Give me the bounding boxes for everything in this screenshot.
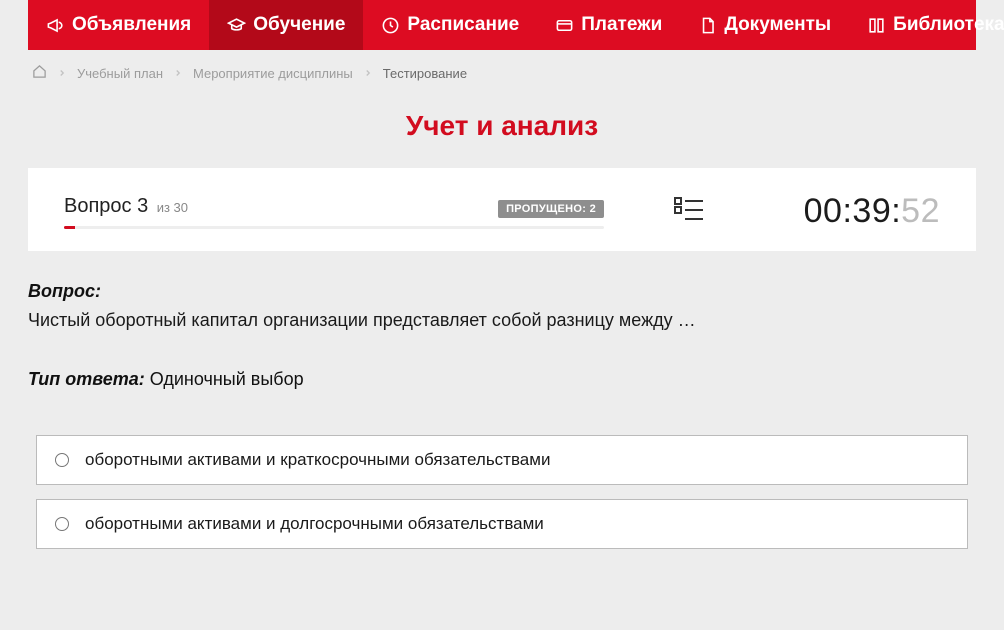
answer-text: оборотными активами и краткосрочными обя… — [85, 450, 550, 470]
answer-option[interactable]: оборотными активами и краткосрочными обя… — [36, 435, 968, 485]
answer-radio[interactable] — [55, 517, 69, 531]
question-text: Чистый оборотный капитал организации пре… — [28, 308, 976, 333]
card-icon — [555, 16, 574, 35]
question-progress: Вопрос 3 из 30 ПРОПУЩЕНО: 2 — [64, 195, 604, 229]
skipped-count: 2 — [590, 203, 596, 215]
of-prefix: из — [157, 200, 170, 215]
breadcrumb-current: Тестирование — [383, 66, 467, 81]
chevron-right-icon — [363, 68, 373, 78]
answer-type-value: Одиночный выбор — [150, 369, 304, 389]
chevron-right-icon — [57, 68, 67, 78]
breadcrumb: Учебный план Мероприятие дисциплины Тест… — [28, 50, 976, 92]
nav-label: Платежи — [581, 14, 662, 36]
nav-label: Обучение — [253, 14, 345, 36]
question-label-prefix: Вопрос — [64, 195, 132, 217]
nav-education[interactable]: Обучение — [209, 0, 363, 50]
question-area: Вопрос: Чистый оборотный капитал организ… — [28, 251, 976, 573]
skipped-label: ПРОПУЩЕНО: — [506, 203, 586, 215]
question-counter: Вопрос 3 из 30 — [64, 195, 188, 218]
books-icon — [867, 16, 886, 35]
megaphone-icon — [46, 16, 65, 35]
timer: 00:39:52 — [774, 192, 940, 231]
answers-list: оборотными активами и краткосрочными обя… — [28, 435, 976, 549]
question-caption: Вопрос: — [28, 281, 976, 302]
nav-label: Библиотека — [893, 14, 1004, 36]
answer-radio[interactable] — [55, 453, 69, 467]
answer-text: оборотными активами и долгосрочными обяз… — [85, 514, 544, 534]
nav-label: Расписание — [407, 14, 519, 36]
nav-payments[interactable]: Платежи — [537, 0, 680, 50]
doc-icon — [698, 16, 717, 35]
question-list-button[interactable] — [604, 195, 774, 228]
question-number: 3 — [137, 195, 148, 217]
question-total: 30 — [174, 200, 188, 215]
viewport: Объявления Обучение Расписание Платежи Д… — [0, 0, 1004, 573]
home-icon — [32, 67, 47, 82]
progress-bar — [64, 226, 604, 229]
top-nav: Объявления Обучение Расписание Платежи Д… — [28, 0, 976, 50]
status-card: Вопрос 3 из 30 ПРОПУЩЕНО: 2 00:3 — [28, 168, 976, 251]
clock-icon — [381, 16, 400, 35]
nav-label: Объявления — [72, 14, 191, 36]
list-icon — [673, 195, 705, 228]
nav-documents[interactable]: Документы — [680, 0, 849, 50]
breadcrumb-link[interactable]: Мероприятие дисциплины — [193, 66, 353, 81]
nav-announcements[interactable]: Объявления — [28, 0, 209, 50]
chevron-right-icon — [173, 68, 183, 78]
answer-type-label: Тип ответа: — [28, 369, 145, 389]
page-title: Учет и анализ — [28, 110, 976, 142]
skipped-badge: ПРОПУЩЕНО: 2 — [498, 200, 604, 218]
answer-option[interactable]: оборотными активами и долгосрочными обяз… — [36, 499, 968, 549]
timer-minutes: 00:39: — [804, 192, 902, 230]
answer-type: Тип ответа: Одиночный выбор — [28, 369, 976, 390]
nav-library[interactable]: Библиотека — [849, 0, 1004, 50]
breadcrumb-link[interactable]: Учебный план — [77, 66, 163, 81]
progress-fill — [64, 226, 75, 229]
nav-label: Документы — [724, 14, 831, 36]
graduation-icon — [227, 16, 246, 35]
breadcrumb-home[interactable] — [32, 64, 47, 82]
nav-schedule[interactable]: Расписание — [363, 0, 537, 50]
timer-seconds: 52 — [901, 192, 940, 230]
